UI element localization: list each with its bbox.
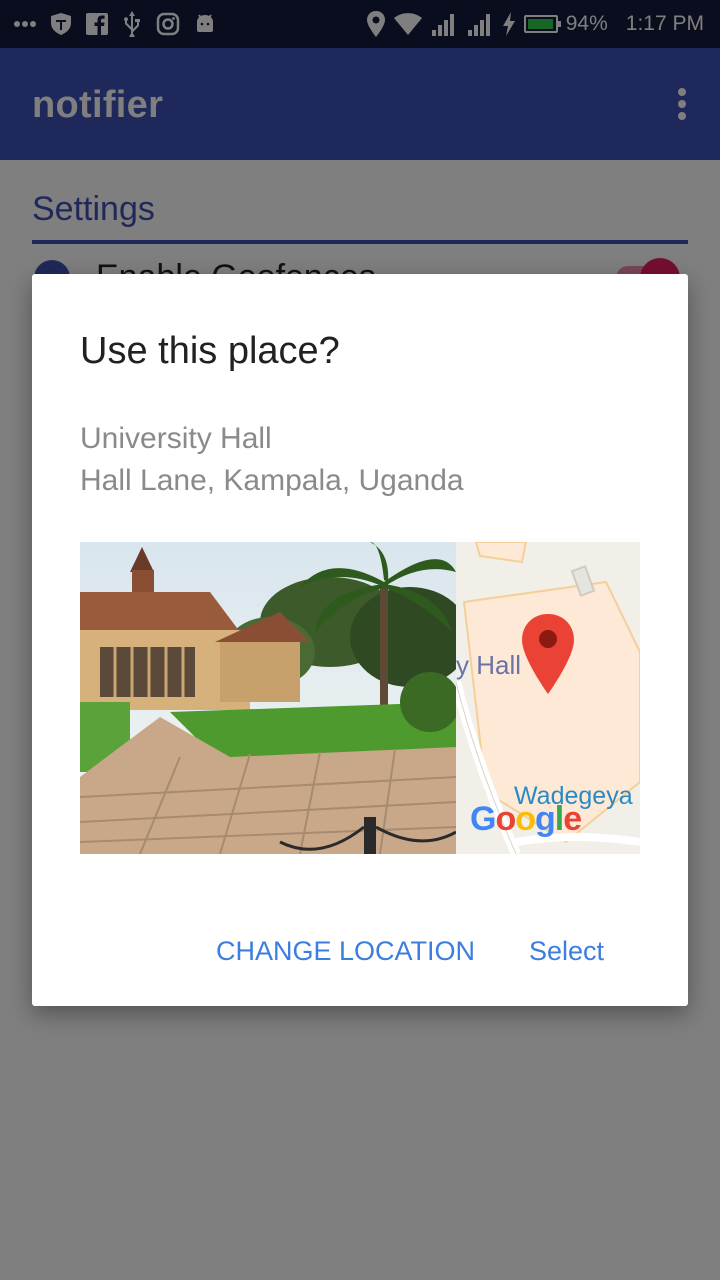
google-logo: Google [470,800,582,838]
dialog-title: Use this place? [80,330,340,372]
change-location-button[interactable]: CHANGE LOCATION [216,936,475,967]
map-label-place: y Hall [456,650,522,680]
select-button[interactable]: Select [529,936,604,967]
place-name: University Hall [80,422,272,455]
place-confirm-dialog: Use this place? University Hall Hall Lan… [32,274,688,1006]
place-photo [80,542,456,854]
place-address: Hall Lane, Kampala, Uganda [80,464,464,497]
map-preview[interactable]: y Hall Wadegeya Google [456,542,640,854]
